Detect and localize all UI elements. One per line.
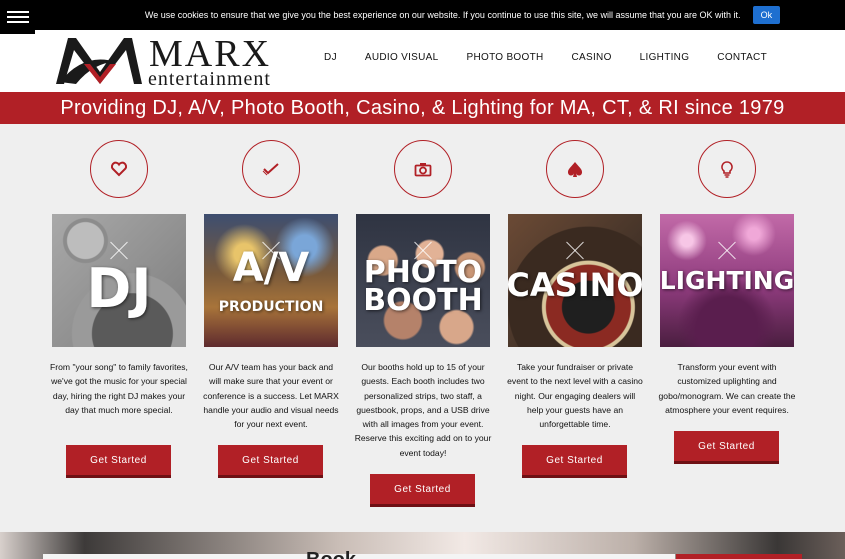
hero-cta[interactable] bbox=[676, 554, 802, 559]
get-started-button[interactable]: Get Started bbox=[370, 474, 475, 504]
nav-item-casino[interactable]: CASINO bbox=[572, 52, 612, 63]
cookie-ok-button[interactable]: Ok bbox=[752, 6, 781, 24]
check-icon bbox=[262, 163, 279, 176]
get-started-button[interactable]: Get Started bbox=[66, 445, 171, 475]
service-photo-booth: PHOTO BOOTH Our booths hold up to 15 of … bbox=[355, 140, 491, 504]
service-image-title: CASINO bbox=[508, 265, 642, 304]
service-lighting: LIGHTING Transform your event with custo… bbox=[659, 140, 795, 461]
service-image-casino[interactable]: CASINO bbox=[508, 214, 642, 347]
service-icon-circle bbox=[546, 140, 604, 198]
hero-section: Book bbox=[0, 532, 845, 559]
service-description: Transform your event with customized upl… bbox=[658, 362, 796, 415]
close-mark-icon bbox=[715, 239, 739, 263]
service-image-av[interactable]: A/V PRODUCTION bbox=[204, 214, 338, 347]
service-image-photo-booth[interactable]: PHOTO BOOTH bbox=[356, 214, 490, 347]
service-casino: CASINO Take your fundraiser or private e… bbox=[507, 140, 643, 475]
get-started-button[interactable]: Get Started bbox=[522, 445, 627, 475]
hero-heading: Book bbox=[306, 549, 356, 559]
get-started-button[interactable]: Get Started bbox=[218, 445, 323, 475]
hero-content-box bbox=[43, 554, 675, 559]
service-image-subtitle: PRODUCTION bbox=[218, 298, 324, 315]
menu-icon[interactable] bbox=[0, 0, 35, 34]
nav-item-lighting[interactable]: LIGHTING bbox=[640, 52, 690, 63]
spade-icon bbox=[567, 161, 583, 177]
service-image-title: DJ bbox=[86, 256, 152, 320]
service-description: Take your fundraiser or private event to… bbox=[507, 362, 643, 430]
service-icon-circle bbox=[394, 140, 452, 198]
service-image-title: LIGHTING bbox=[660, 266, 794, 295]
service-image-dj[interactable]: DJ bbox=[52, 214, 186, 347]
logo-tagline: entertainment bbox=[148, 68, 271, 90]
nav-item-contact[interactable]: CONTACT bbox=[717, 52, 767, 63]
camera-icon bbox=[414, 162, 432, 176]
tagline-banner: Providing DJ, A/V, Photo Booth, Casino, … bbox=[0, 92, 845, 124]
nav-item-photo-booth[interactable]: PHOTO BOOTH bbox=[467, 52, 544, 63]
service-icon-circle bbox=[90, 140, 148, 198]
service-description: Our A/V team has your back and will make… bbox=[203, 362, 339, 430]
close-mark-icon bbox=[563, 239, 587, 263]
service-dj: DJ From "your song" to family favorites,… bbox=[50, 140, 188, 475]
heart-icon bbox=[110, 161, 128, 177]
site-header: MARX entertainment DJ AUDIO VISUAL PHOTO… bbox=[0, 30, 845, 92]
service-image-lighting[interactable]: LIGHTING bbox=[660, 214, 794, 347]
nav-item-dj[interactable]: DJ bbox=[324, 52, 337, 63]
logo[interactable]: MARX entertainment bbox=[54, 32, 294, 90]
marx-logo-mark-icon bbox=[56, 38, 142, 84]
service-image-title: A/V bbox=[232, 244, 310, 291]
service-av: A/V PRODUCTION Our A/V team has your bac… bbox=[203, 140, 339, 475]
service-description: Our booths hold up to 15 of your guests.… bbox=[354, 362, 492, 458]
service-description: From "your song" to family favorites, we… bbox=[50, 362, 188, 415]
nav-item-audio-visual[interactable]: AUDIO VISUAL bbox=[365, 52, 439, 63]
cookie-text: We use cookies to ensure that we give yo… bbox=[144, 10, 741, 20]
lightbulb-icon bbox=[721, 160, 733, 178]
service-icon-circle bbox=[242, 140, 300, 198]
service-icon-circle bbox=[698, 140, 756, 198]
get-started-button[interactable]: Get Started bbox=[674, 431, 779, 461]
service-image-title: PHOTO BOOTH bbox=[363, 254, 483, 318]
main-nav: DJ AUDIO VISUAL PHOTO BOOTH CASINO LIGHT… bbox=[296, 52, 767, 63]
cookie-bar: We use cookies to ensure that we give yo… bbox=[0, 0, 845, 30]
